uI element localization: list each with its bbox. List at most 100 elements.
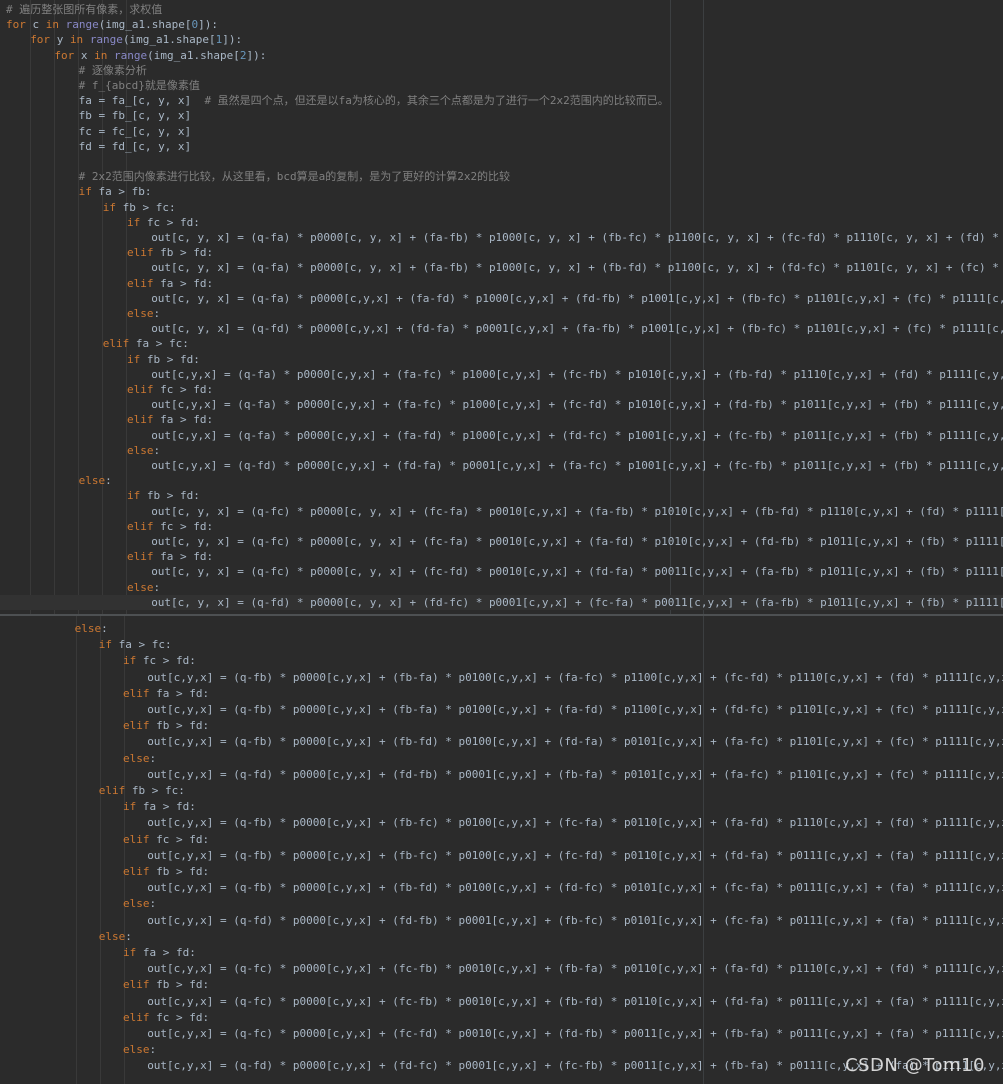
code-line[interactable]: out[c,y,x] = (q-fd) * p0000[c,y,x] + (fd… xyxy=(0,767,1003,782)
code-line[interactable]: out[c, y, x] = (q-fd) * p0000[c, y, x] +… xyxy=(0,594,1003,610)
code-line[interactable]: elif fb > fd: xyxy=(0,718,209,733)
code-line[interactable]: out[c, y, x] = (q-fa) * p0000[c, y, x] +… xyxy=(0,260,1003,275)
code-line[interactable]: fd = fd_[c, y, x] xyxy=(0,139,192,154)
code-line[interactable]: fb = fb_[c, y, x] xyxy=(0,108,192,123)
code-line[interactable]: fa = fa_[c, y, x] # 虽然是四个点，但还是以fa为核心的，其余… xyxy=(0,93,669,108)
code-line[interactable]: out[c, y, x] = (q-fc) * p0000[c, y, x] +… xyxy=(0,504,1003,519)
code-token: elif xyxy=(123,719,157,733)
code-line[interactable]: out[c,y,x] = (q-fc) * p0000[c,y,x] + (fc… xyxy=(0,961,1003,976)
code-line[interactable]: # 遍历整张图所有像素，求权值 xyxy=(0,2,162,17)
code-token: fb > fd: xyxy=(156,865,210,878)
code-line[interactable]: # 2x2范围内像素进行比较，从这里看，bcd算是a的复制，是为了更好的计算2x… xyxy=(0,169,510,184)
code-line[interactable]: fc = fc_[c, y, x] xyxy=(0,124,192,139)
code-line[interactable]: if fc > fd: xyxy=(0,653,196,668)
code-line[interactable]: out[c,y,x] = (q-fb) * p0000[c,y,x] + (fb… xyxy=(0,848,1003,863)
code-line[interactable]: out[c,y,x] = (q-fb) * p0000[c,y,x] + (fb… xyxy=(0,734,1003,749)
code-line[interactable]: out[c,y,x] = (q-fc) * p0000[c,y,x] + (fc… xyxy=(0,994,1003,1009)
editor-pane-bottom[interactable]: else: if fa > fc: if fc > fd: out[c,y,x] = … xyxy=(0,616,1003,1084)
code-token: if xyxy=(98,638,119,652)
code-token: fc = fc_[c, y, x] xyxy=(78,124,192,138)
code-token: out[c, y, x] = (q-fa) * p0000[c, y, x] +… xyxy=(151,261,999,275)
code-token: fa > fc: xyxy=(118,638,172,652)
code-line[interactable]: else: xyxy=(0,443,160,458)
code-line[interactable]: else: xyxy=(0,1042,156,1057)
code-token: fc > fd: xyxy=(156,1010,210,1024)
code-line[interactable]: out[c, y, x] = (q-fa) * p0000[c,y,x] + (… xyxy=(0,291,1003,306)
code-line[interactable]: else: xyxy=(0,580,160,595)
code-line[interactable]: out[c,y,x] = (q-fb) * p0000[c,y,x] + (fb… xyxy=(0,670,1003,685)
code-token: else xyxy=(123,751,150,765)
code-line[interactable]: elif fa > fd: xyxy=(0,276,213,291)
code-line[interactable]: if fa > fd: xyxy=(0,945,196,960)
code-line[interactable]: elif fc > fd: xyxy=(0,382,213,397)
code-line[interactable]: out[c,y,x] = (q-fa) * p0000[c,y,x] + (fa… xyxy=(0,397,1003,412)
code-line[interactable]: out[c,y,x] = (q-fa) * p0000[c,y,x] + (fa… xyxy=(0,367,1003,382)
code-line[interactable]: elif fb > fc: xyxy=(0,783,185,798)
code-line[interactable]: elif fc > fd: xyxy=(0,1010,209,1025)
editor-pane-top[interactable]: # 遍历整张图所有像素，求权值 for c in range(img_a1.sha… xyxy=(0,0,1003,614)
code-line[interactable]: # 逐像素分析 xyxy=(0,63,147,78)
code-token: out[c,y,x] = (q-fa) * p0000[c,y,x] + (fa… xyxy=(151,398,1003,412)
code-token: for xyxy=(6,18,33,32)
code-token: elif xyxy=(102,337,136,351)
code-line[interactable]: for x in range(img_a1.shape[2]): xyxy=(0,48,266,63)
code-line[interactable]: out[c,y,x] = (q-fd) * p0000[c,y,x] + (fd… xyxy=(0,913,1003,928)
code-line[interactable] xyxy=(0,154,6,169)
code-line[interactable]: elif fa > fd: xyxy=(0,549,213,564)
watermark: CSDN @Tom10 xyxy=(845,1055,985,1076)
code-token: out[c,y,x] = (q-fa) * p0000[c,y,x] + (fa… xyxy=(151,367,1003,381)
code-line[interactable]: for y in range(img_a1.shape[1]): xyxy=(0,32,242,47)
code-line[interactable]: elif fc > fd: xyxy=(0,519,213,534)
code-line[interactable]: elif fb > fd: xyxy=(0,864,209,879)
code-token: out[c,y,x] = (q-fb) * p0000[c,y,x] + (fb… xyxy=(147,670,1003,684)
code-line[interactable]: if fa > fb: xyxy=(0,184,152,199)
code-line[interactable]: out[c, y, x] = (q-fc) * p0000[c, y, x] +… xyxy=(0,564,1003,579)
code-line[interactable]: # f_{abcd}就是像素值 xyxy=(0,78,200,93)
code-token: fb = fb_[c, y, x] xyxy=(78,109,192,123)
code-token: ]): xyxy=(222,33,243,47)
code-line[interactable]: out[c,y,x] = (q-fd) * p0000[c,y,x] + (fd… xyxy=(0,458,1003,473)
code-line[interactable]: else: xyxy=(0,929,132,944)
code-token: : xyxy=(101,622,108,635)
code-token: else xyxy=(98,929,126,943)
code-line[interactable]: elif fb > fd: xyxy=(0,977,209,992)
code-line[interactable]: out[c, y, x] = (q-fc) * p0000[c, y, x] +… xyxy=(0,534,1003,549)
code-line[interactable]: else: xyxy=(0,621,108,636)
code-line[interactable]: out[c,y,x] = (q-fb) * p0000[c,y,x] + (fb… xyxy=(0,880,1003,895)
code-line[interactable]: if fa > fd: xyxy=(0,799,196,814)
code-line[interactable]: if fa > fc: xyxy=(0,637,172,652)
code-token: ]): xyxy=(246,48,267,62)
code-line[interactable]: if fb > fc: xyxy=(0,200,176,215)
code-line[interactable]: elif fa > fc: xyxy=(0,336,189,351)
code-line[interactable]: if fc > fd: xyxy=(0,215,200,230)
code-token: fb > fc: xyxy=(131,784,185,797)
code-line[interactable]: else: xyxy=(0,751,156,766)
code-line[interactable]: elif fb > fd: xyxy=(0,245,213,260)
code-token: out[c,y,x] = (q-fc) * p0000[c,y,x] + (fc… xyxy=(147,994,1003,1008)
code-line[interactable]: else: xyxy=(0,473,112,488)
code-line[interactable]: out[c, y, x] = (q-fa) * p0000[c, y, x] +… xyxy=(0,230,1003,245)
code-token: elif xyxy=(127,413,161,427)
code-token: : xyxy=(149,897,157,911)
code-line[interactable]: elif fa > fd: xyxy=(0,412,213,427)
code-line[interactable]: out[c,y,x] = (q-fc) * p0000[c,y,x] + (fc… xyxy=(0,1026,1003,1041)
code-line[interactable]: elif fc > fd: xyxy=(0,832,209,847)
code-line[interactable]: out[c,y,x] = (q-fa) * p0000[c,y,x] + (fa… xyxy=(0,428,1003,443)
code-token: out[c, y, x] = (q-fd) * p0000[c,y,x] + (… xyxy=(151,322,1003,336)
code-line[interactable]: elif fa > fd: xyxy=(0,686,209,701)
code-line[interactable]: out[c, y, x] = (q-fd) * p0000[c,y,x] + (… xyxy=(0,321,1003,336)
code-line[interactable]: out[c,y,x] = (q-fb) * p0000[c,y,x] + (fb… xyxy=(0,702,1003,717)
code-line[interactable]: else: xyxy=(0,306,160,321)
code-token: if xyxy=(127,352,147,366)
code-token: (img_a1.shape[ xyxy=(147,48,240,62)
code-token: fb > fd: xyxy=(160,246,214,260)
code-token: elif xyxy=(123,865,157,878)
code-token: y xyxy=(56,33,70,47)
code-line[interactable]: for c in range(img_a1.shape[0]): xyxy=(0,17,218,32)
code-token: else xyxy=(127,307,154,320)
code-line[interactable]: if fb > fd: xyxy=(0,352,200,367)
code-line[interactable]: if fb > fd: xyxy=(0,488,200,503)
code-line[interactable]: else: xyxy=(0,896,156,911)
code-line[interactable]: out[c,y,x] = (q-fb) * p0000[c,y,x] + (fb… xyxy=(0,815,1003,830)
code-token: else xyxy=(127,580,154,594)
